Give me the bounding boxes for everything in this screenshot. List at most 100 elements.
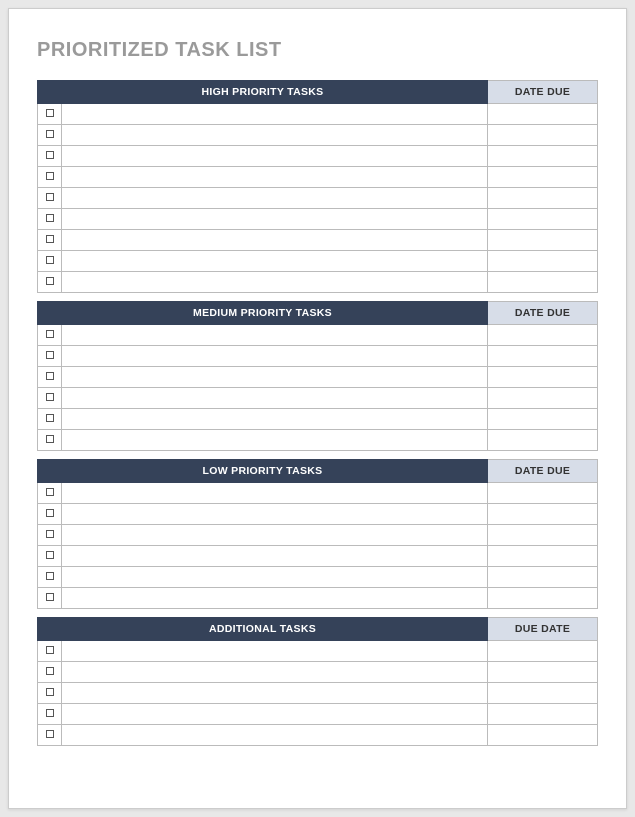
section-low-priority: LOW PRIORITY TASKS DATE DUE xyxy=(37,459,598,609)
task-cell[interactable] xyxy=(62,104,488,125)
checkbox-cell[interactable] xyxy=(38,325,62,346)
table-row xyxy=(38,641,598,662)
date-cell[interactable] xyxy=(488,230,598,251)
checkbox-cell[interactable] xyxy=(38,104,62,125)
date-cell[interactable] xyxy=(488,272,598,293)
task-cell[interactable] xyxy=(62,367,488,388)
section-header-date: DATE DUE xyxy=(488,460,598,483)
table-row xyxy=(38,209,598,230)
checkbox-cell[interactable] xyxy=(38,388,62,409)
checkbox-cell[interactable] xyxy=(38,662,62,683)
section-header-tasks: MEDIUM PRIORITY TASKS xyxy=(38,302,488,325)
date-cell[interactable] xyxy=(488,504,598,525)
date-cell[interactable] xyxy=(488,588,598,609)
checkbox-cell[interactable] xyxy=(38,367,62,388)
task-cell[interactable] xyxy=(62,388,488,409)
task-cell[interactable] xyxy=(62,662,488,683)
date-cell[interactable] xyxy=(488,346,598,367)
checkbox-cell[interactable] xyxy=(38,188,62,209)
checkbox-icon xyxy=(46,393,54,401)
section-header-tasks: HIGH PRIORITY TASKS xyxy=(38,81,488,104)
task-cell[interactable] xyxy=(62,325,488,346)
checkbox-cell[interactable] xyxy=(38,272,62,293)
date-cell[interactable] xyxy=(488,546,598,567)
date-cell[interactable] xyxy=(488,367,598,388)
task-cell[interactable] xyxy=(62,125,488,146)
task-cell[interactable] xyxy=(62,209,488,230)
date-cell[interactable] xyxy=(488,251,598,272)
checkbox-cell[interactable] xyxy=(38,725,62,746)
checkbox-cell[interactable] xyxy=(38,430,62,451)
task-cell[interactable] xyxy=(62,504,488,525)
checkbox-cell[interactable] xyxy=(38,483,62,504)
checkbox-cell[interactable] xyxy=(38,146,62,167)
checkbox-cell[interactable] xyxy=(38,504,62,525)
checkbox-icon xyxy=(46,172,54,180)
task-cell[interactable] xyxy=(62,725,488,746)
date-cell[interactable] xyxy=(488,167,598,188)
date-cell[interactable] xyxy=(488,188,598,209)
date-cell[interactable] xyxy=(488,483,598,504)
task-cell[interactable] xyxy=(62,251,488,272)
checkbox-icon xyxy=(46,709,54,717)
page-title: PRIORITIZED TASK LIST xyxy=(37,39,598,62)
checkbox-cell[interactable] xyxy=(38,567,62,588)
checkbox-icon xyxy=(46,572,54,580)
date-cell[interactable] xyxy=(488,567,598,588)
checkbox-cell[interactable] xyxy=(38,209,62,230)
checkbox-cell[interactable] xyxy=(38,167,62,188)
task-cell[interactable] xyxy=(62,167,488,188)
checkbox-cell[interactable] xyxy=(38,230,62,251)
date-cell[interactable] xyxy=(488,430,598,451)
checkbox-cell[interactable] xyxy=(38,588,62,609)
checkbox-cell[interactable] xyxy=(38,525,62,546)
date-cell[interactable] xyxy=(488,104,598,125)
section-header-tasks: LOW PRIORITY TASKS xyxy=(38,460,488,483)
checkbox-cell[interactable] xyxy=(38,251,62,272)
checkbox-cell[interactable] xyxy=(38,125,62,146)
date-cell[interactable] xyxy=(488,125,598,146)
checkbox-icon xyxy=(46,351,54,359)
date-cell[interactable] xyxy=(488,325,598,346)
task-cell[interactable] xyxy=(62,346,488,367)
checkbox-cell[interactable] xyxy=(38,546,62,567)
task-cell[interactable] xyxy=(62,430,488,451)
checkbox-cell[interactable] xyxy=(38,683,62,704)
date-cell[interactable] xyxy=(488,725,598,746)
table-row xyxy=(38,683,598,704)
table-row xyxy=(38,367,598,388)
section-header-tasks: ADDITIONAL TASKS xyxy=(38,618,488,641)
section-header-row: LOW PRIORITY TASKS DATE DUE xyxy=(38,460,598,483)
date-cell[interactable] xyxy=(488,525,598,546)
task-cell[interactable] xyxy=(62,230,488,251)
task-cell[interactable] xyxy=(62,409,488,430)
date-cell[interactable] xyxy=(488,662,598,683)
task-cell[interactable] xyxy=(62,483,488,504)
date-cell[interactable] xyxy=(488,683,598,704)
date-cell[interactable] xyxy=(488,209,598,230)
checkbox-cell[interactable] xyxy=(38,346,62,367)
task-cell[interactable] xyxy=(62,272,488,293)
checkbox-cell[interactable] xyxy=(38,704,62,725)
task-cell[interactable] xyxy=(62,188,488,209)
checkbox-icon xyxy=(46,372,54,380)
date-cell[interactable] xyxy=(488,704,598,725)
task-cell[interactable] xyxy=(62,641,488,662)
task-cell[interactable] xyxy=(62,588,488,609)
task-cell[interactable] xyxy=(62,525,488,546)
checkbox-cell[interactable] xyxy=(38,641,62,662)
date-cell[interactable] xyxy=(488,146,598,167)
checkbox-cell[interactable] xyxy=(38,409,62,430)
task-cell[interactable] xyxy=(62,546,488,567)
task-cell[interactable] xyxy=(62,146,488,167)
date-cell[interactable] xyxy=(488,641,598,662)
checkbox-icon xyxy=(46,330,54,338)
task-cell[interactable] xyxy=(62,567,488,588)
checkbox-icon xyxy=(46,277,54,285)
task-cell[interactable] xyxy=(62,683,488,704)
task-cell[interactable] xyxy=(62,704,488,725)
table-row xyxy=(38,430,598,451)
checkbox-icon xyxy=(46,193,54,201)
date-cell[interactable] xyxy=(488,409,598,430)
date-cell[interactable] xyxy=(488,388,598,409)
